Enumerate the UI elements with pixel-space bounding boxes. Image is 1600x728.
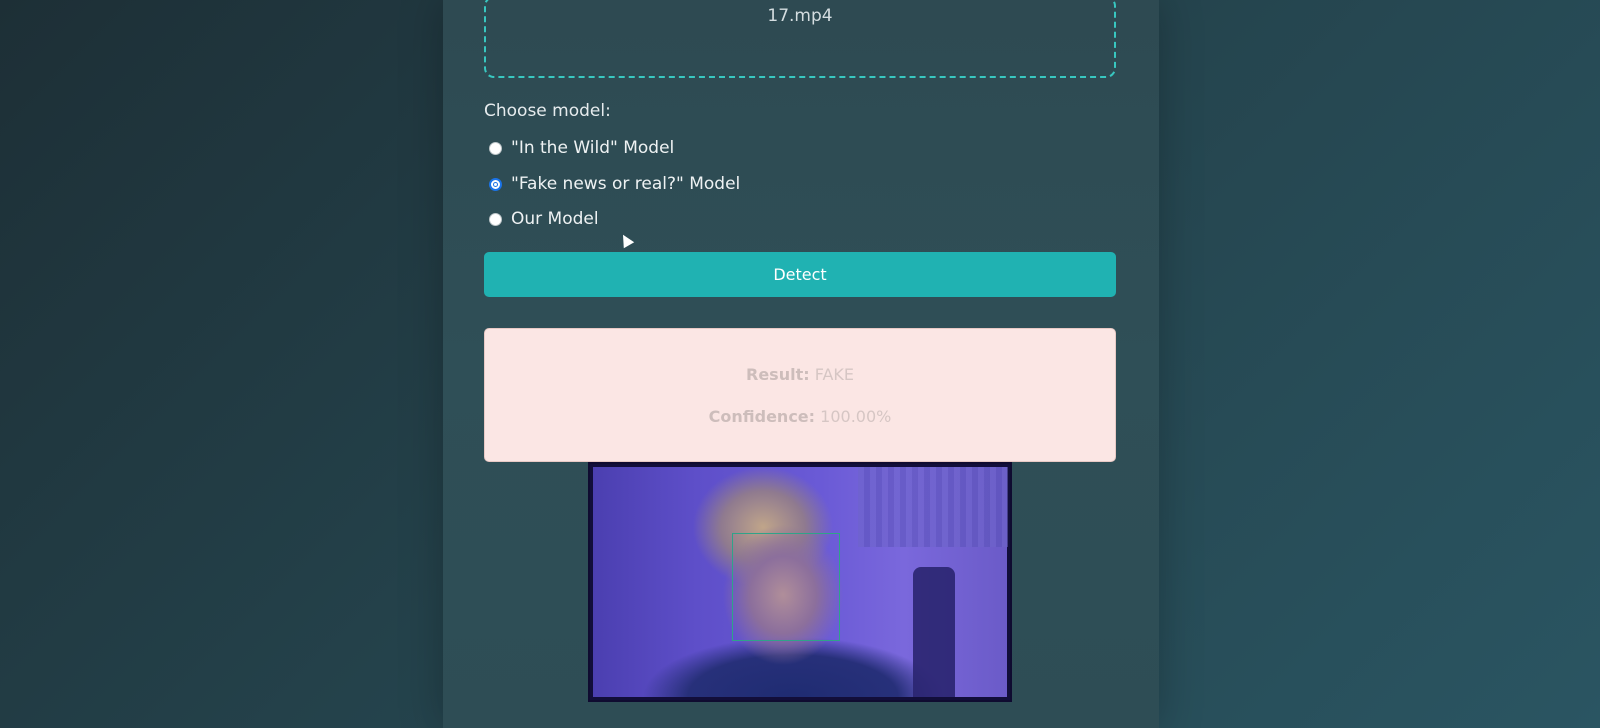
radio-button-selected[interactable] [489, 177, 502, 191]
face-detection-box [732, 533, 840, 641]
detect-button[interactable]: Detect [484, 252, 1116, 297]
video-frame-image [593, 467, 1008, 697]
result-value: FAKE [814, 365, 854, 384]
result-line: Result: FAKE [485, 365, 1115, 384]
result-card: Result: FAKE Confidence: 100.00% [484, 328, 1116, 462]
model-option-label: Our Model [511, 209, 599, 229]
main-panel: 17.mp4 Choose model: "In the Wild" Model… [443, 0, 1159, 728]
model-option-label: "Fake news or real?" Model [511, 174, 741, 194]
confidence-value: 100.00% [820, 407, 892, 426]
chair-back [913, 567, 955, 697]
model-option-fake-news-or-real[interactable]: "Fake news or real?" Model [489, 174, 740, 194]
analyzed-video-frame [588, 462, 1012, 702]
model-option-our-model[interactable]: Our Model [489, 209, 599, 229]
model-option-label: "In the Wild" Model [511, 138, 675, 158]
choose-model-label: Choose model: [484, 101, 611, 121]
background-window-bars [858, 467, 1008, 547]
confidence-label: Confidence: [708, 407, 816, 426]
file-dropzone[interactable]: 17.mp4 [484, 0, 1116, 78]
model-option-in-the-wild[interactable]: "In the Wild" Model [489, 138, 674, 158]
confidence-line: Confidence: 100.00% [485, 407, 1115, 426]
uploaded-filename: 17.mp4 [767, 6, 833, 26]
radio-button[interactable] [489, 141, 502, 155]
radio-button[interactable] [489, 212, 502, 226]
result-label: Result: [746, 365, 810, 384]
